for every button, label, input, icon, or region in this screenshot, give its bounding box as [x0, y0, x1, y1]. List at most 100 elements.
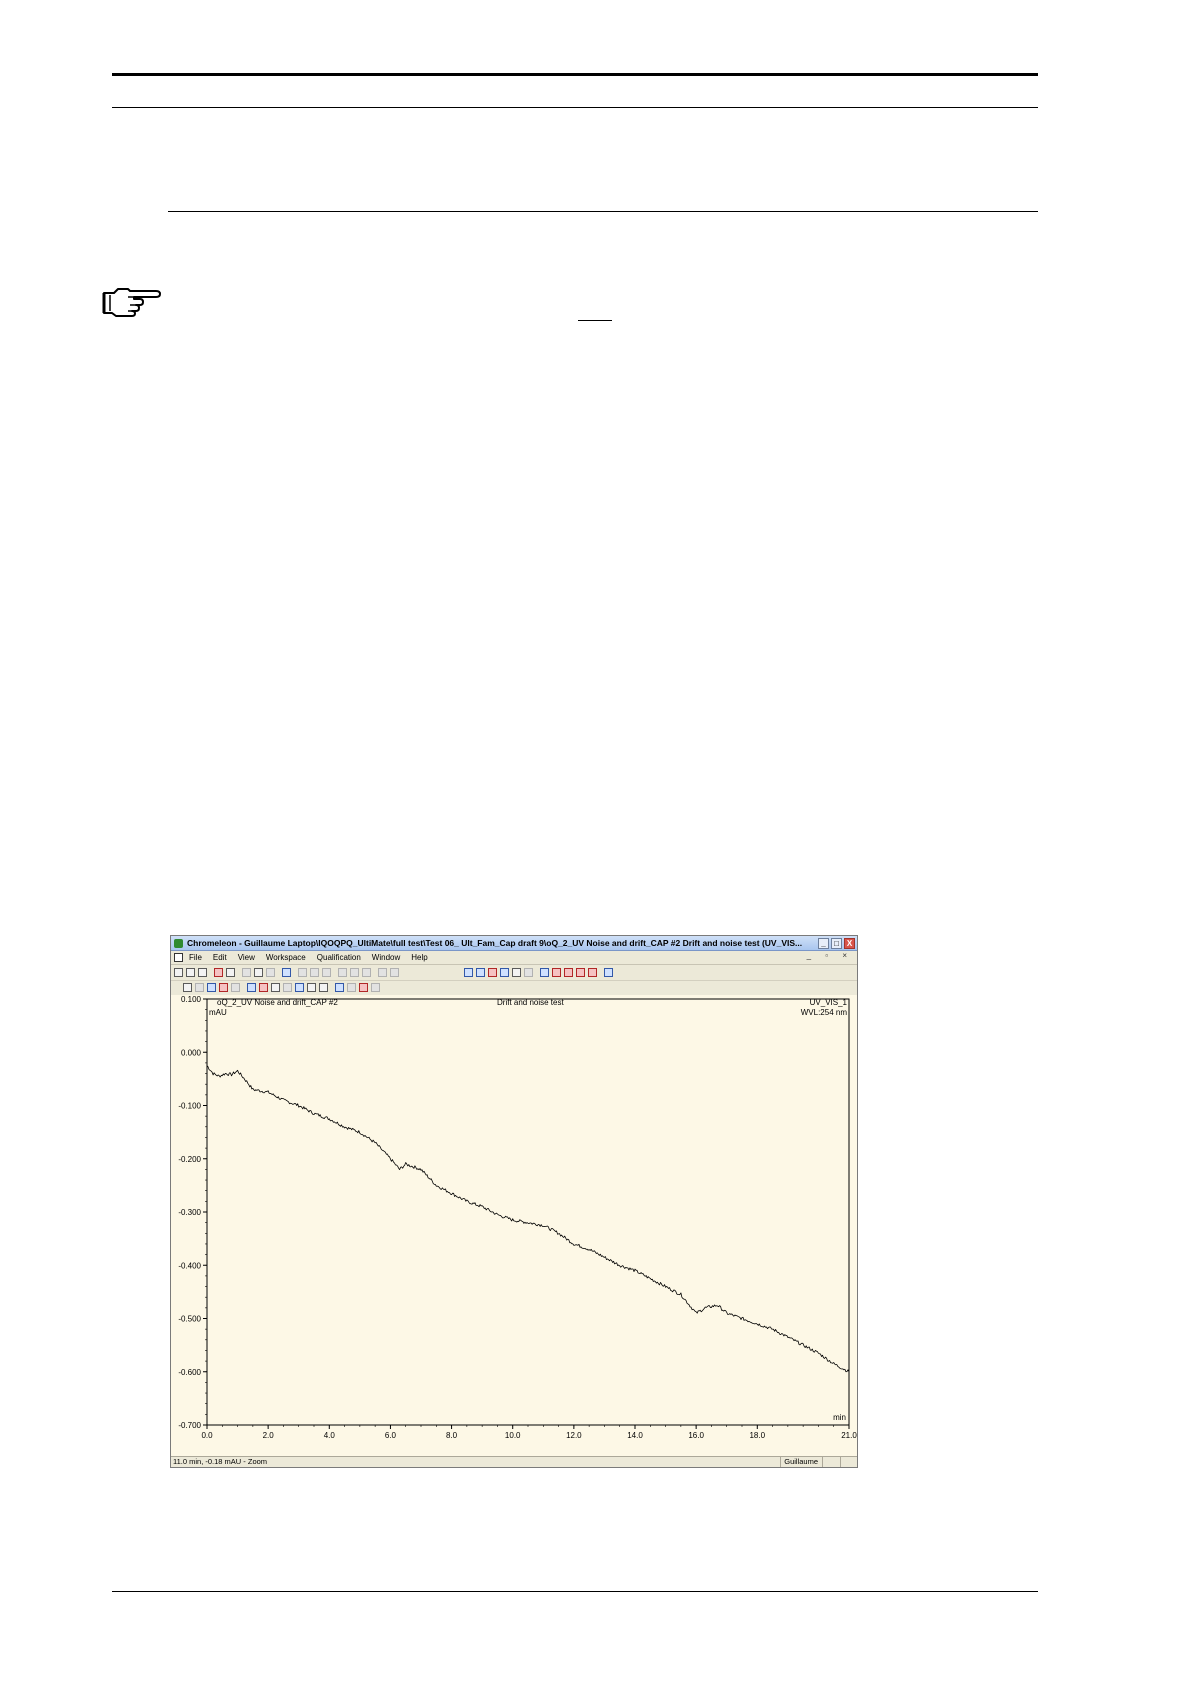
open-icon[interactable]: [186, 968, 195, 977]
x-tick-label: 21.0: [841, 1431, 857, 1440]
zoom-out-disabled-icon[interactable]: [390, 968, 399, 977]
filter-icon[interactable]: [335, 983, 344, 992]
new-icon[interactable]: [174, 968, 183, 977]
chromatogram-icon[interactable]: [183, 983, 192, 992]
inject-icon[interactable]: [298, 968, 307, 977]
tool-icon[interactable]: [524, 968, 533, 977]
stop-icon[interactable]: [338, 968, 347, 977]
menu-file[interactable]: File: [189, 953, 202, 962]
integration-icon[interactable]: [259, 983, 268, 992]
y-tick-label: -0.700: [178, 1421, 201, 1430]
menu-qualification[interactable]: Qualification: [317, 953, 361, 962]
y-tick-label: -0.600: [178, 1368, 201, 1377]
y-tick-label: 0.000: [181, 1048, 202, 1057]
status-cursor-readout: 11.0 min, -0.18 mAU - Zoom: [173, 1457, 268, 1466]
zoom-icon[interactable]: [540, 968, 549, 977]
play-icon[interactable]: [362, 968, 371, 977]
pointing-hand-icon: [100, 285, 162, 317]
x-axis: 0.0 2.0 4.0 6.0 8.0 10.0 12.0 14.0 16.0 18.0 21.0: [201, 1425, 857, 1440]
status-pane: [840, 1457, 857, 1467]
chromatogram-doc-icon[interactable]: [174, 952, 183, 962]
plot-frame: [206, 998, 850, 1426]
calibration-icon[interactable]: [231, 983, 240, 992]
program-label: Drift and noise test: [497, 998, 564, 1007]
chromatogram-chart[interactable]: oQ_2_UV Noise and drift_CAP #2 Drift and…: [171, 995, 857, 1458]
x-tick-label: 6.0: [385, 1431, 397, 1440]
x-tick-label: 10.0: [505, 1431, 521, 1440]
chromatogram-plot[interactable]: oQ_2_UV Noise and drift_CAP #2 Drift and…: [171, 995, 857, 1458]
y-tick-label: -0.500: [178, 1315, 201, 1324]
context-help-icon[interactable]: [282, 968, 291, 977]
close-button[interactable]: X: [844, 937, 855, 949]
x-tick-label: 8.0: [446, 1431, 458, 1440]
peak-purity-icon[interactable]: [359, 983, 368, 992]
minimize-button[interactable]: _: [818, 937, 829, 949]
peak-table-icon[interactable]: [271, 983, 280, 992]
y-axis: 0.100 0.000 -0.100 -0.200 -0.300 -0.400 -0.500…: [178, 995, 207, 1430]
batch-icon[interactable]: [214, 968, 223, 977]
y-tick-label: -0.100: [178, 1102, 201, 1111]
amount-icon[interactable]: [283, 983, 292, 992]
x-axis-unit: min: [833, 1413, 846, 1422]
signal-trace: [206, 1065, 850, 1373]
zoom-in-disabled-icon[interactable]: [378, 968, 387, 977]
window-title: Chromeleon - Guillaume Laptop\IQOQPQ_Ult…: [187, 938, 803, 948]
report-icon[interactable]: [247, 983, 256, 992]
peak-icon[interactable]: [488, 968, 497, 977]
paste-icon[interactable]: [266, 968, 275, 977]
x-tick-label: 12.0: [566, 1431, 582, 1440]
channel-label: UV_VIS_1: [810, 998, 848, 1007]
columns-icon[interactable]: [319, 983, 328, 992]
sequence-icon[interactable]: [371, 983, 380, 992]
save-icon[interactable]: [198, 968, 207, 977]
spectra-icon[interactable]: [219, 983, 228, 992]
wavelength-label: WVL:254 nm: [801, 1008, 848, 1017]
grid-icon[interactable]: [307, 983, 316, 992]
y-tick-label: -0.400: [178, 1261, 201, 1270]
footer-rule: [112, 1591, 1038, 1592]
app-window: Chromeleon - Guillaume Laptop\IQOQPQ_Ult…: [170, 935, 858, 1468]
pointer-icon[interactable]: [464, 968, 473, 977]
chromatogram-toolbar: [171, 980, 857, 996]
y-axis-unit: mAU: [209, 1008, 227, 1017]
x-tick-label: 4.0: [324, 1431, 336, 1440]
autozoom-icon[interactable]: [576, 968, 585, 977]
copy-icon[interactable]: [254, 968, 263, 977]
menu-view[interactable]: View: [238, 953, 255, 962]
reset-icon[interactable]: [588, 968, 597, 977]
title-bar[interactable]: Chromeleon - Guillaume Laptop\IQOQPQ_Ult…: [171, 936, 857, 951]
overlay-icon[interactable]: [207, 983, 216, 992]
header-rule-thin: [112, 107, 1038, 108]
delete-peak-icon[interactable]: [552, 968, 561, 977]
cut-icon[interactable]: [242, 968, 251, 977]
unzoom-icon[interactable]: [564, 968, 573, 977]
trend-icon[interactable]: [295, 983, 304, 992]
record-icon[interactable]: [322, 968, 331, 977]
sort-icon[interactable]: [347, 983, 356, 992]
menu-help[interactable]: Help: [411, 953, 427, 962]
select-icon[interactable]: [512, 968, 521, 977]
sample-name-label: oQ_2_UV Noise and drift_CAP #2: [217, 998, 338, 1007]
standard-toolbar: [171, 965, 857, 981]
pause-icon[interactable]: [350, 968, 359, 977]
status-user: Guillaume: [780, 1457, 821, 1467]
x-tick-label: 16.0: [688, 1431, 704, 1440]
table-icon[interactable]: [195, 983, 204, 992]
status-bar: 11.0 min, -0.18 mAU - Zoom Guillaume: [171, 1456, 857, 1467]
x-tick-label: 18.0: [749, 1431, 765, 1440]
properties-icon[interactable]: [604, 968, 613, 977]
baseline-icon[interactable]: [476, 968, 485, 977]
mdi-window-controls[interactable]: _ ▫ ×: [807, 951, 853, 960]
y-tick-label: -0.300: [178, 1208, 201, 1217]
split-icon[interactable]: [500, 968, 509, 977]
menu-window[interactable]: Window: [372, 953, 400, 962]
menu-edit[interactable]: Edit: [213, 953, 227, 962]
x-tick-label: 14.0: [627, 1431, 643, 1440]
menu-bar: File Edit View Workspace Qualification W…: [171, 950, 857, 965]
menu-workspace[interactable]: Workspace: [266, 953, 306, 962]
down-icon[interactable]: [310, 968, 319, 977]
chromeleon-app-icon: [174, 938, 183, 948]
print-icon[interactable]: [226, 968, 235, 977]
header-rule-thick: [112, 73, 1038, 76]
maximize-button[interactable]: □: [831, 937, 842, 949]
